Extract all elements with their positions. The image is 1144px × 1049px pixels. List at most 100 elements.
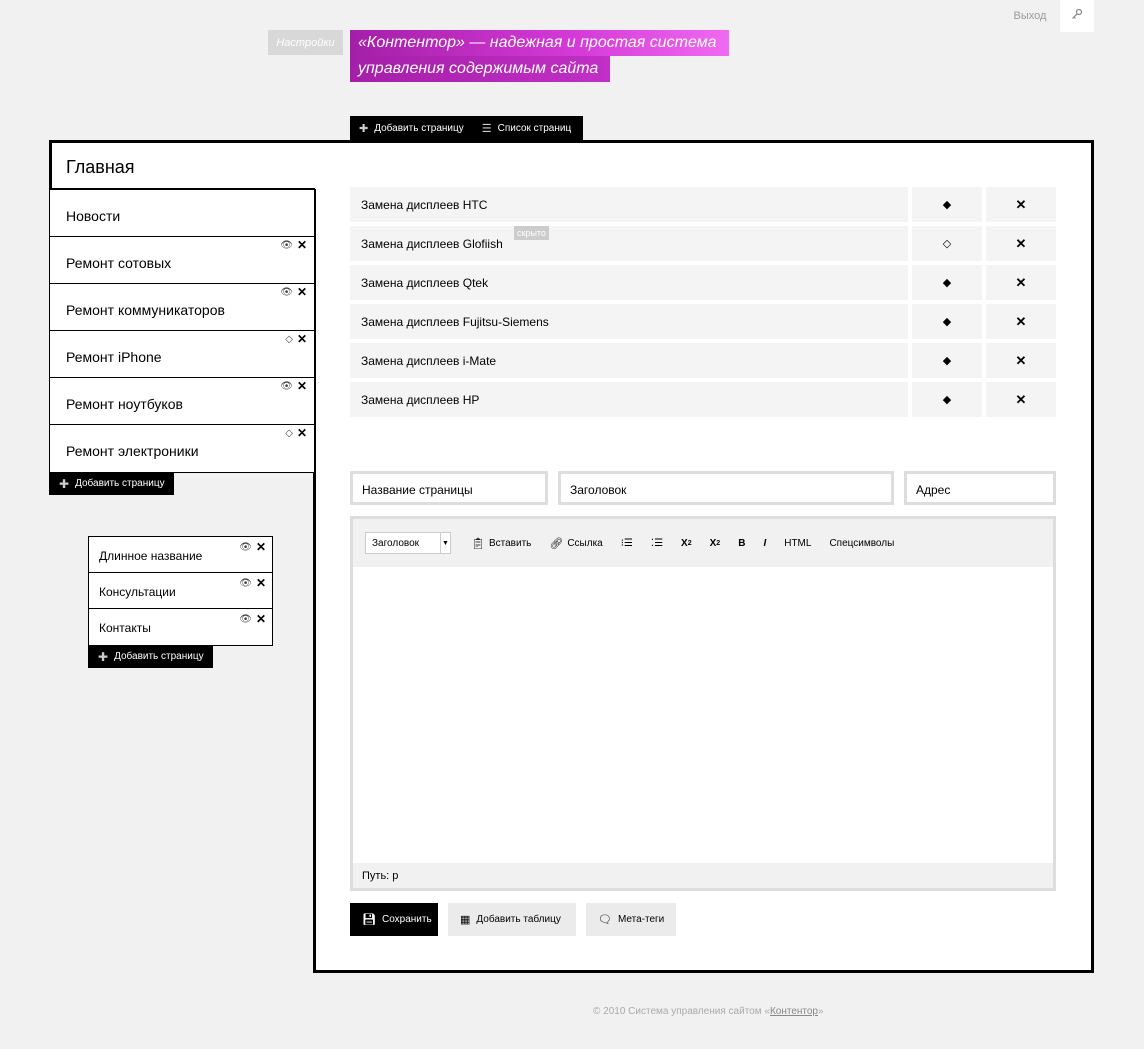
footer-link[interactable]: Контентор: [770, 1006, 818, 1017]
subscript-label: X: [709, 537, 717, 549]
close-icon[interactable]: ✕: [986, 187, 1056, 222]
html-label: HTML: [784, 537, 812, 549]
eye-closed-icon[interactable]: ◇: [285, 334, 293, 345]
close-icon[interactable]: ✕: [297, 427, 307, 439]
eye-icon[interactable]: 👁︎: [280, 240, 293, 251]
superscript-button[interactable]: X2: [681, 538, 692, 549]
special-chars-button[interactable]: Спецсимволы: [829, 538, 894, 549]
logout-link[interactable]: Выход: [1010, 10, 1050, 22]
heading-field[interactable]: Заголовок: [558, 471, 894, 505]
sidebar-item-electronics[interactable]: ◇ ✕ Ремонт электроники: [50, 425, 314, 472]
subpage-link[interactable]: Замена дисплеев Fujitsu-Siemens: [350, 304, 908, 339]
editor-content-area[interactable]: [353, 567, 1053, 863]
secondary-add-page-button[interactable]: ✚ Добавить страницу: [88, 645, 213, 668]
sidebar-item-news[interactable]: Новости: [50, 190, 314, 237]
subscript-button[interactable]: X2: [710, 538, 721, 549]
footer: © 2010 Система управления сайтом «Контен…: [593, 1006, 824, 1017]
eye-icon[interactable]: ◆: [912, 343, 982, 378]
close-icon[interactable]: ✕: [297, 333, 307, 345]
table-row: Замена дисплеев Fujitsu-Siemens ◆ ✕: [350, 304, 1056, 339]
sidebar-item-communicators[interactable]: 👁︎ ✕ Ремонт коммуникаторов: [50, 284, 314, 331]
eye-icon[interactable]: 👁︎: [239, 614, 252, 625]
subpage-link-label: Замена дисплеев Glofiish: [361, 237, 503, 251]
subpage-link[interactable]: Замена дисплеев i-Mate: [350, 343, 908, 378]
table-row: Замена дисплеев HTC ◆ ✕: [350, 187, 1056, 222]
close-icon[interactable]: ✕: [986, 382, 1056, 417]
eye-icon[interactable]: 👁︎: [239, 578, 252, 589]
unordered-list-button[interactable]: ⁚☰: [651, 538, 663, 549]
table-row: Замена дисплеев Qtek ◆ ✕: [350, 265, 1056, 300]
eye-closed-icon[interactable]: ◇: [912, 226, 982, 261]
sidebar-add-page-button[interactable]: ✚ Добавить страницу: [49, 472, 174, 495]
eye-icon[interactable]: ◆: [912, 382, 982, 417]
add-table-button[interactable]: ▦ Добавить таблицу: [448, 903, 576, 936]
eye-icon[interactable]: 👁︎: [280, 287, 293, 298]
subpage-link[interactable]: Замена дисплеев Qtek: [350, 265, 908, 300]
sidebar-item-label: Новости: [66, 208, 121, 224]
paste-label: Вставить: [488, 537, 532, 549]
close-icon[interactable]: ✕: [986, 226, 1056, 261]
eye-icon[interactable]: ◆: [912, 304, 982, 339]
sidebar-item-label: Ремонт iPhone: [66, 349, 162, 365]
italic-button[interactable]: I: [763, 538, 766, 549]
sidebar-item-label: Ремонт сотовых: [66, 255, 172, 271]
close-icon[interactable]: ✕: [256, 577, 266, 589]
close-icon[interactable]: ✕: [297, 286, 307, 298]
key-icon: [1071, 7, 1083, 25]
ordered-list-button[interactable]: ⁝☰: [621, 538, 633, 549]
plus-icon: ✚: [359, 123, 369, 135]
subpage-link[interactable]: Замена дисплеев HTC: [350, 187, 908, 222]
page-name-field[interactable]: Название страницы: [350, 471, 548, 505]
close-icon[interactable]: ✕: [297, 239, 307, 251]
secondary-item-label: Длинное название: [99, 549, 203, 563]
top-tabs: ✚ Добавить страницу ☰ Список страниц: [350, 116, 583, 141]
sidebar-item-home[interactable]: Главная: [49, 140, 316, 189]
eye-icon[interactable]: ◆: [912, 187, 982, 222]
sidebar-item-phones[interactable]: 👁︎ ✕ Ремонт сотовых: [50, 237, 314, 284]
bold-label: B: [738, 537, 746, 549]
editor-path-status: Путь: p: [353, 863, 1053, 888]
tab-page-list[interactable]: ☰ Список страниц: [473, 116, 580, 141]
secondary-item-long-name[interactable]: 👁︎ ✕ Длинное название: [89, 537, 272, 573]
secondary-menu: 👁︎ ✕ Длинное название 👁︎ ✕ Консультации 👁︎…: [88, 536, 273, 646]
paste-button[interactable]: 📋︎ Вставить: [471, 537, 531, 550]
subpage-link[interactable]: Замена дисплеев Glofiish скрыто: [350, 226, 908, 261]
close-icon[interactable]: ✕: [256, 613, 266, 625]
save-label: Сохранить: [381, 914, 432, 925]
format-select[interactable]: Заголовок ▼: [365, 532, 451, 554]
secondary-item-consultations[interactable]: 👁︎ ✕ Консультации: [89, 573, 272, 609]
meta-tags-button[interactable]: 🗨︎ Мета-теги: [586, 903, 676, 936]
link-label: Ссылка: [567, 537, 603, 549]
sidebar-item-label: Ремонт ноутбуков: [66, 396, 183, 412]
close-icon[interactable]: ✕: [986, 304, 1056, 339]
sidebar-item-label: Ремонт коммуникаторов: [66, 302, 225, 318]
close-icon[interactable]: ✕: [986, 265, 1056, 300]
editor-toolbar: Заголовок ▼ 📋︎ Вставить 🔗︎ Ссылка ⁝☰ ⁚☰ X2…: [353, 519, 1053, 567]
close-icon[interactable]: ✕: [297, 380, 307, 392]
bold-button[interactable]: B: [738, 538, 745, 549]
close-icon[interactable]: ✕: [256, 541, 266, 553]
settings-tab[interactable]: Настройки: [268, 30, 343, 55]
eye-icon[interactable]: 👁︎: [239, 542, 252, 553]
eye-icon[interactable]: ◆: [912, 265, 982, 300]
close-icon[interactable]: ✕: [986, 343, 1056, 378]
unordered-list-icon: ⁚☰: [650, 537, 664, 549]
key-button[interactable]: [1060, 0, 1094, 32]
eye-icon[interactable]: 👁︎: [280, 381, 293, 392]
html-button[interactable]: HTML: [784, 538, 811, 549]
link-button[interactable]: 🔗︎ Ссылка: [549, 537, 602, 550]
tab-add-page[interactable]: ✚ Добавить страницу: [350, 116, 473, 141]
save-button[interactable]: 💾︎ Сохранить: [350, 903, 438, 936]
special-chars-label: Спецсимволы: [829, 537, 895, 549]
sidebar-item-laptops[interactable]: 👁︎ ✕ Ремонт ноутбуков: [50, 378, 314, 425]
subpage-link[interactable]: Замена дисплеев HP: [350, 382, 908, 417]
secondary-item-contacts[interactable]: 👁︎ ✕ Контакты: [89, 609, 272, 645]
slogan-line2: управления содержимым сайта: [350, 56, 611, 82]
add-table-label: Добавить таблицу: [476, 914, 561, 925]
comment-icon: 🗨︎: [598, 914, 612, 926]
eye-closed-icon[interactable]: ◇: [285, 428, 293, 439]
url-field[interactable]: Адрес: [904, 471, 1056, 505]
paste-icon: 📋︎: [471, 537, 485, 550]
sidebar-item-iphone[interactable]: ◇ ✕ Ремонт iPhone: [50, 331, 314, 378]
plus-icon: ✚: [98, 649, 109, 664]
